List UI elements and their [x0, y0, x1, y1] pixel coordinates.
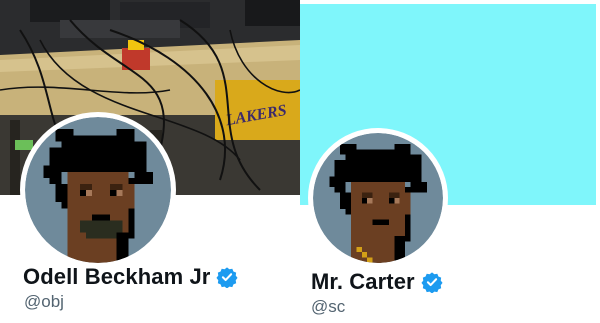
profile-name-row: Mr. Carter [311, 269, 443, 295]
cryptopunk-avatar-icon [25, 117, 171, 263]
profile-card-mr-carter: Mr. Carter @sc [300, 0, 600, 323]
profile-card-odell: LAKERS Odell Beckham Jr @obj [0, 0, 300, 323]
profile-handle: @sc [311, 297, 346, 316]
profile-handle: @obj [24, 292, 64, 311]
profile-display-name[interactable]: Mr. Carter [311, 269, 415, 295]
cryptopunk-avatar-icon [313, 133, 443, 263]
profile-name-row: Odell Beckham Jr [23, 264, 239, 290]
profile-avatar[interactable] [308, 128, 448, 268]
profile-display-name[interactable]: Odell Beckham Jr [23, 264, 210, 290]
verified-badge-icon[interactable] [421, 271, 443, 293]
profile-avatar[interactable] [20, 112, 176, 268]
verified-badge-icon[interactable] [216, 266, 239, 288]
